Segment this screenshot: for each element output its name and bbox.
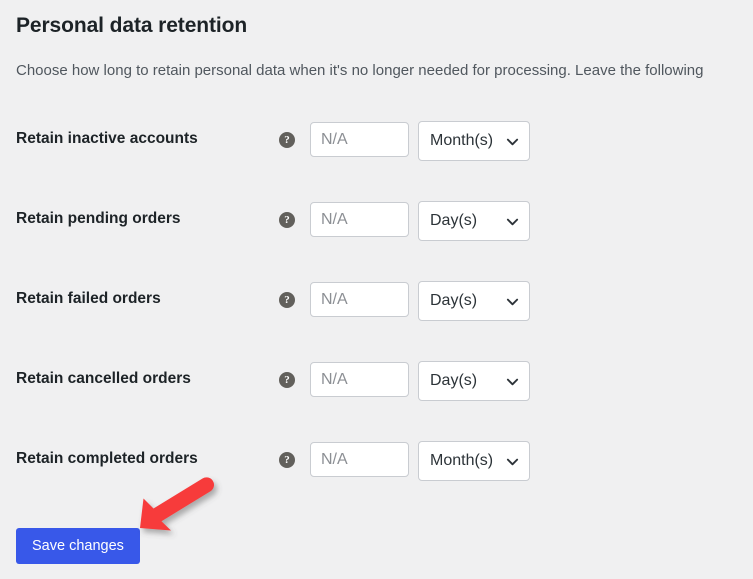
retention-row: Retain cancelled orders? Day(s) bbox=[0, 361, 753, 407]
help-tip-retain-inactive-accounts[interactable]: ? bbox=[279, 132, 295, 148]
retention-row: Retain completed orders? Month(s) bbox=[0, 441, 753, 487]
help-tip-retain-completed-orders[interactable]: ? bbox=[279, 452, 295, 468]
chevron-down-icon bbox=[506, 215, 519, 228]
retention-duration-input[interactable] bbox=[310, 362, 409, 397]
retention-row-label: Retain pending orders bbox=[16, 210, 181, 227]
retention-unit-select[interactable]: Month(s) bbox=[418, 441, 530, 481]
retention-duration-input[interactable] bbox=[310, 442, 409, 477]
personal-data-retention-settings-page: Personal data retention Choose how long … bbox=[0, 0, 753, 579]
retention-unit-value: Month(s) bbox=[430, 452, 494, 469]
retention-unit-value: Month(s) bbox=[430, 132, 494, 149]
retention-unit-value: Day(s) bbox=[430, 372, 478, 389]
help-tip-retain-pending-orders[interactable]: ? bbox=[279, 212, 295, 228]
retention-duration-input[interactable] bbox=[310, 282, 409, 317]
retention-row: Retain inactive accounts? Month(s) bbox=[0, 121, 753, 167]
retention-row-label: Retain inactive accounts bbox=[16, 130, 198, 147]
retention-row-label: Retain cancelled orders bbox=[16, 370, 191, 387]
retention-row-label: Retain failed orders bbox=[16, 290, 161, 307]
retention-unit-value: Day(s) bbox=[430, 292, 478, 309]
retention-unit-select[interactable]: Day(s) bbox=[418, 281, 530, 321]
retention-unit-select[interactable]: Day(s) bbox=[418, 201, 530, 241]
page-title: Personal data retention bbox=[16, 14, 248, 37]
chevron-down-icon bbox=[506, 135, 519, 148]
chevron-down-icon bbox=[506, 295, 519, 308]
retention-unit-select[interactable]: Month(s) bbox=[418, 121, 530, 161]
retention-row: Retain failed orders? Day(s) bbox=[0, 281, 753, 327]
help-tip-retain-failed-orders[interactable]: ? bbox=[279, 292, 295, 308]
retention-duration-input[interactable] bbox=[310, 202, 409, 237]
chevron-down-icon bbox=[506, 375, 519, 388]
retention-duration-input[interactable] bbox=[310, 122, 409, 157]
retention-row: Retain pending orders? Day(s) bbox=[0, 201, 753, 247]
retention-unit-value: Day(s) bbox=[430, 212, 478, 229]
help-tip-retain-cancelled-orders[interactable]: ? bbox=[279, 372, 295, 388]
save-changes-button[interactable]: Save changes bbox=[16, 528, 140, 564]
section-description: Choose how long to retain personal data … bbox=[16, 62, 704, 79]
retention-row-label: Retain completed orders bbox=[16, 450, 198, 467]
retention-unit-select[interactable]: Day(s) bbox=[418, 361, 530, 401]
chevron-down-icon bbox=[506, 455, 519, 468]
